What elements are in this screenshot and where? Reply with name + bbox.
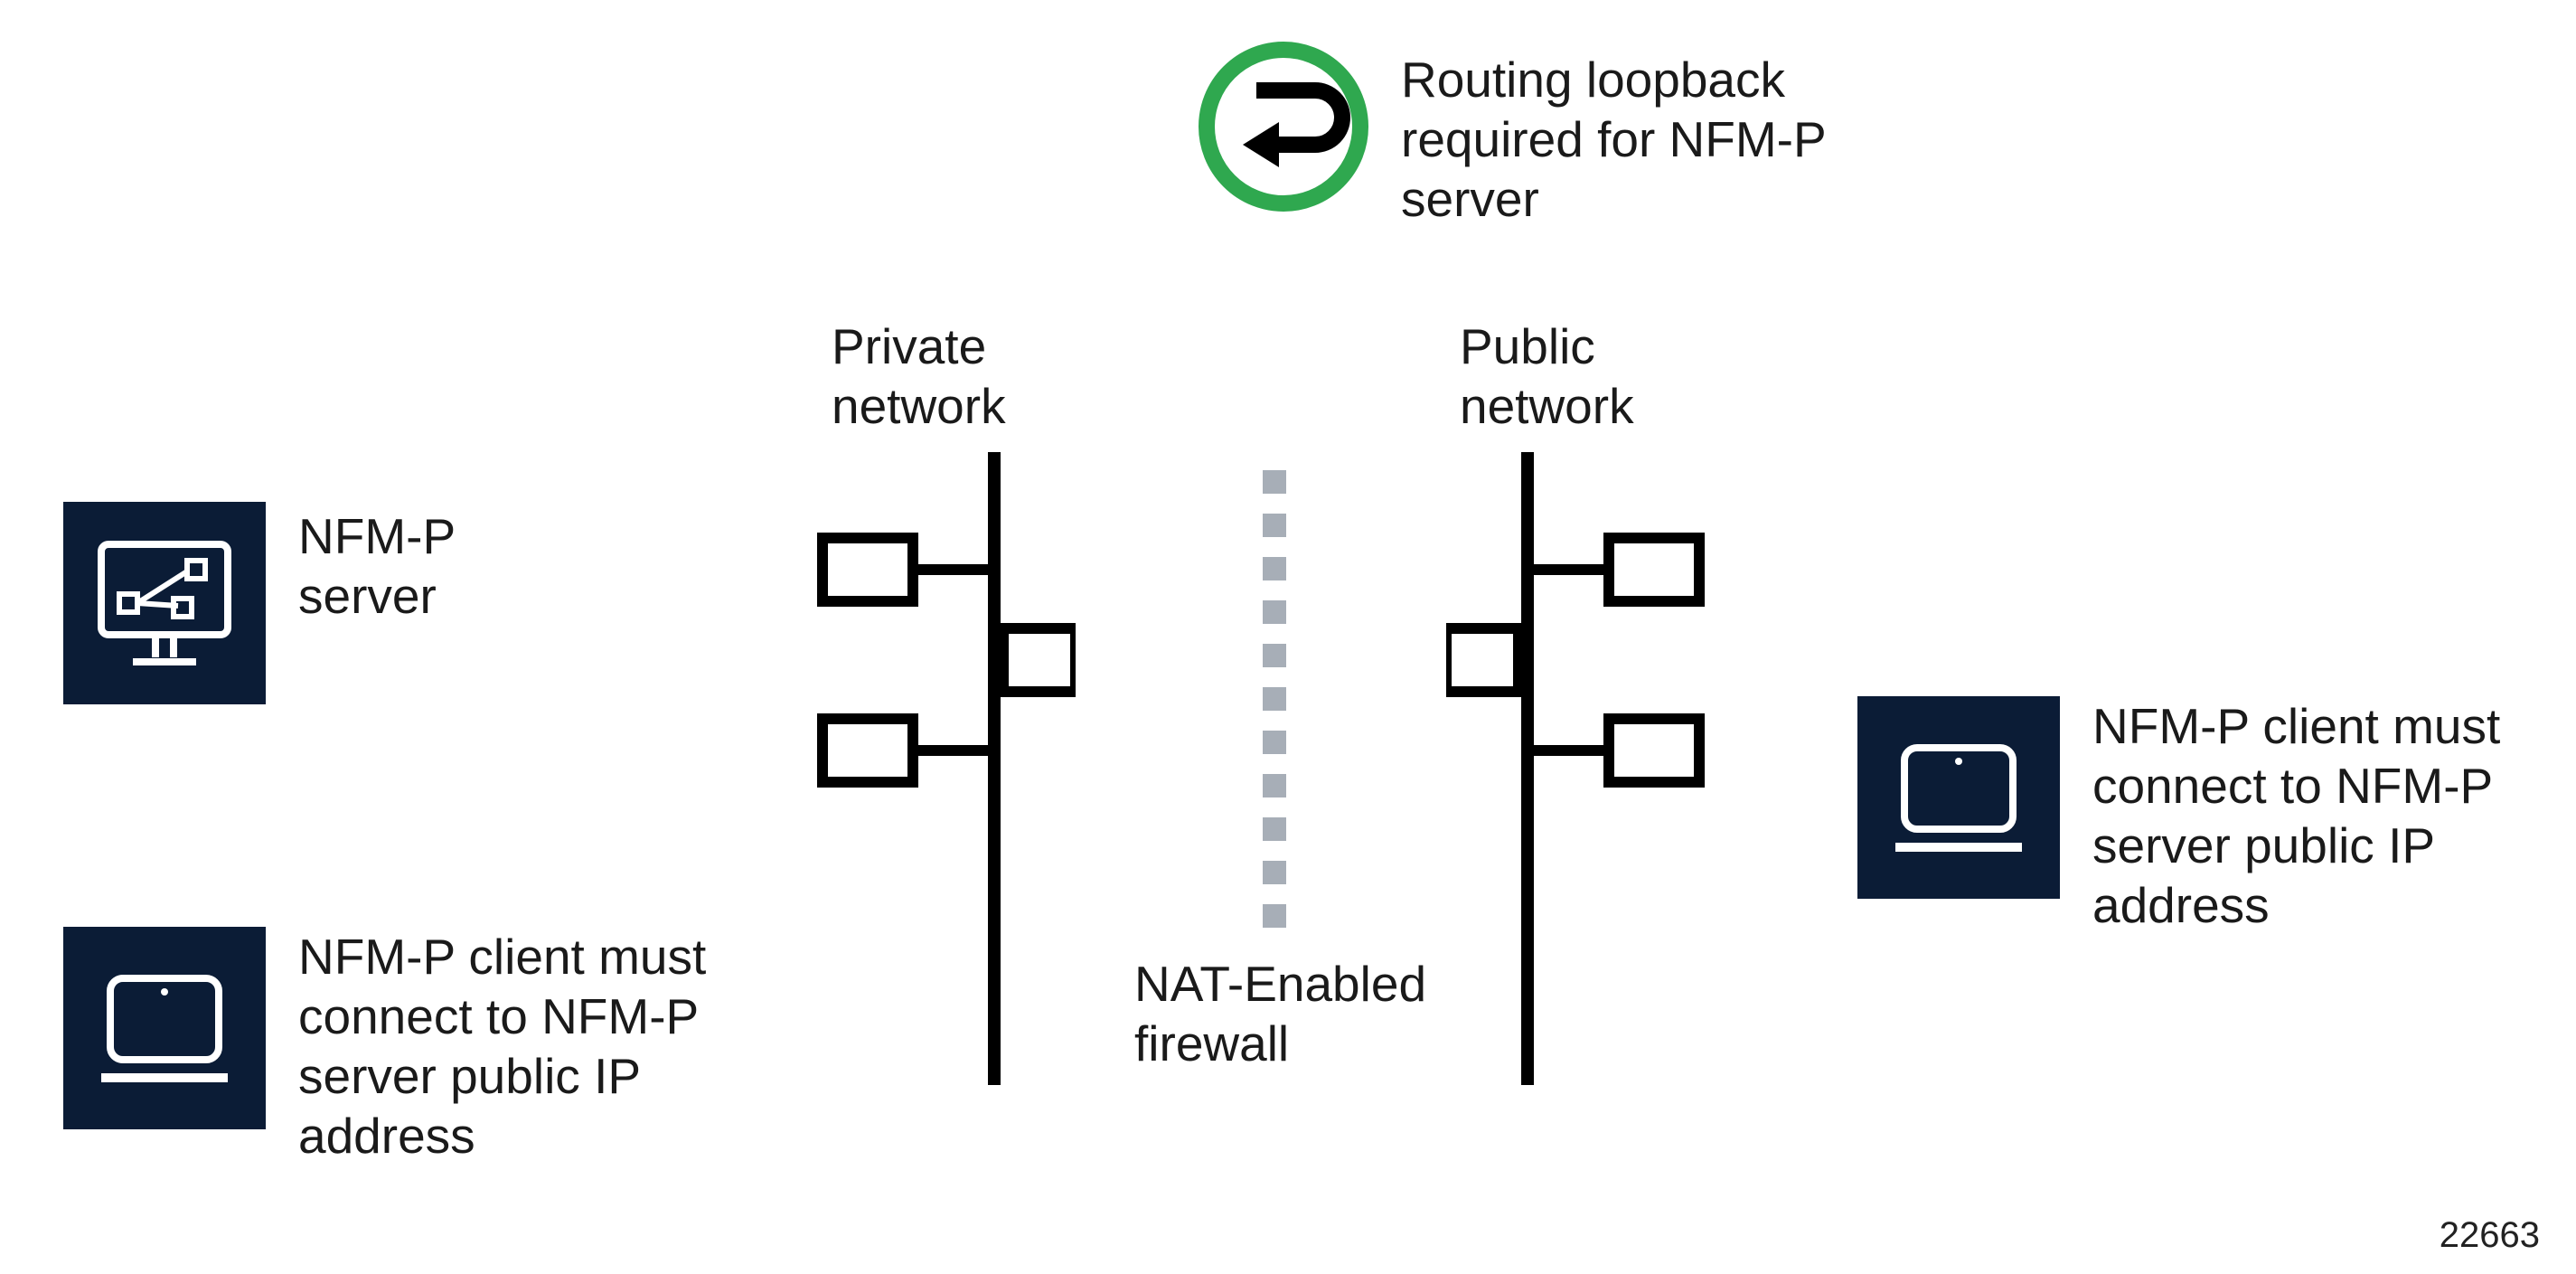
private-network-label: Private network: [832, 316, 1067, 436]
diagram-canvas: Routing loopback required for NFM-P serv…: [0, 0, 2576, 1274]
public-network-label: Public network: [1460, 316, 1695, 436]
firewall-dashed-icon: [1261, 470, 1288, 945]
laptop-icon: [1882, 721, 2035, 874]
loopback-icon: [1193, 36, 1374, 222]
nfmp-server-label: NFM-P server: [298, 506, 569, 626]
private-network-bus-icon: [804, 452, 1076, 1090]
nfmp-client-public-tile: [1857, 696, 2060, 899]
firewall-label: NAT-Enabled firewall: [1134, 954, 1460, 1073]
nfmp-client-private-label: NFM-P client must connect to NFM-P serve…: [298, 927, 768, 1165]
laptop-icon: [88, 951, 241, 1105]
nfmp-server-tile: [63, 502, 266, 704]
figure-id: 22663: [2440, 1215, 2540, 1256]
loopback-label: Routing loopback required for NFM-P serv…: [1401, 50, 1961, 229]
nfmp-client-public-label: NFM-P client must connect to NFM-P serve…: [2092, 696, 2562, 935]
public-network-bus-icon: [1446, 452, 1717, 1090]
nfmp-client-private-tile: [63, 927, 266, 1129]
server-monitor-icon: [88, 526, 241, 680]
